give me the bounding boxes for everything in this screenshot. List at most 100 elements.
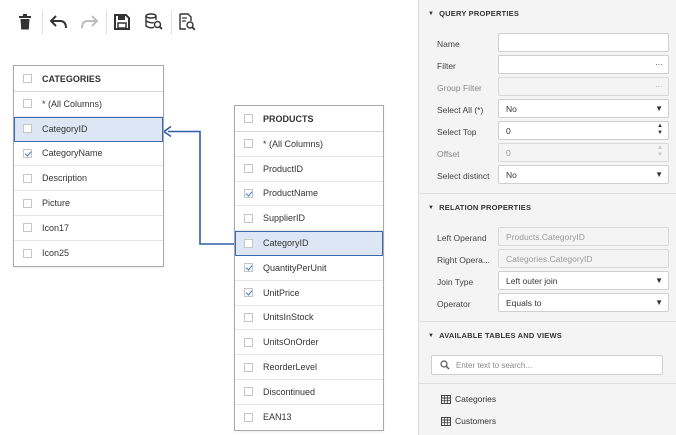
offset-stepper: 0 ▲ ▼	[498, 143, 669, 162]
column-checkbox[interactable]	[244, 412, 253, 422]
select-distinct-dropdown[interactable]: No ▼	[498, 165, 669, 184]
column-checkbox[interactable]	[244, 288, 253, 298]
left-operand-value: Products.CategoryID	[506, 231, 585, 242]
column-name: * (All Columns)	[42, 98, 103, 109]
column-checkbox[interactable]	[244, 213, 253, 223]
column-name: Picture	[42, 198, 71, 209]
filter-field[interactable]: ···	[498, 55, 669, 74]
table-row[interactable]: Picture	[14, 191, 163, 216]
preview-query-button[interactable]	[175, 10, 199, 34]
column-checkbox[interactable]	[23, 124, 32, 134]
relation-properties-header[interactable]: ▼ RELATION PROPERTIES	[428, 203, 531, 212]
table-header[interactable]: PRODUCTS	[235, 106, 383, 132]
table-row[interactable]: * (All Columns)	[14, 92, 163, 117]
column-name: ProductID	[263, 163, 304, 174]
toolbar	[0, 0, 418, 44]
column-checkbox[interactable]	[244, 238, 253, 248]
table-row[interactable]: CategoryID	[235, 231, 383, 256]
table-row[interactable]: Icon25	[14, 241, 163, 266]
table-row[interactable]: ProductName	[235, 182, 383, 207]
column-name: CategoryID	[263, 238, 309, 249]
column-checkbox[interactable]	[23, 248, 32, 258]
table-row[interactable]: Description	[14, 166, 163, 192]
offset-label: Offset	[437, 149, 460, 159]
caret-down-icon: ▼	[428, 10, 435, 17]
select-top-label: Select Top	[437, 127, 477, 137]
operator-dropdown[interactable]: Equals to ▼	[498, 293, 669, 312]
column-checkbox[interactable]	[244, 188, 253, 198]
column-name: EAN13	[263, 412, 292, 423]
undo-button[interactable]	[47, 10, 71, 34]
table-row[interactable]: Icon17	[14, 216, 163, 241]
table-row[interactable]: CategoryName	[14, 142, 163, 167]
table-row[interactable]: SupplierID	[235, 206, 383, 232]
column-checkbox[interactable]	[244, 362, 253, 372]
column-checkbox[interactable]	[23, 148, 32, 158]
spin-down-icon[interactable]: ▼	[657, 130, 663, 137]
column-checkbox[interactable]	[244, 387, 253, 397]
table-list-item[interactable]: Customers	[441, 416, 496, 426]
delete-button[interactable]	[13, 10, 37, 34]
column-checkbox[interactable]	[244, 139, 253, 149]
caret-down-icon: ▼	[428, 204, 435, 211]
table-header[interactable]: CATEGORIES	[14, 66, 163, 92]
filter-label: Filter	[437, 61, 456, 71]
table-title: CATEGORIES	[42, 73, 101, 84]
column-checkbox[interactable]	[244, 164, 253, 174]
column-checkbox[interactable]	[23, 223, 32, 233]
column-checkbox[interactable]	[244, 337, 253, 347]
query-properties-header[interactable]: ▼ QUERY PROPERTIES	[428, 9, 519, 18]
search-input[interactable]	[456, 360, 656, 370]
table-icon	[441, 416, 451, 426]
section-title: RELATION PROPERTIES	[439, 203, 532, 212]
table-row[interactable]: ReorderLevel	[235, 355, 383, 380]
table-list-item[interactable]: Categories	[441, 394, 496, 404]
query-design-surface[interactable]: CATEGORIES * (All Columns) CategoryID Ca…	[0, 44, 418, 435]
spin-down-icon: ▼	[657, 152, 663, 158]
table-row[interactable]: ProductID	[235, 157, 383, 182]
table-row[interactable]: UnitPrice	[235, 281, 383, 306]
spin-buttons[interactable]: ▲ ▼	[657, 123, 663, 137]
column-name: Discontinued	[263, 386, 316, 397]
spin-up-icon[interactable]: ▲	[657, 123, 663, 130]
redo-button[interactable]	[77, 10, 101, 34]
column-checkbox[interactable]	[23, 99, 32, 109]
table-row[interactable]: UnitsInStock	[235, 306, 383, 331]
select-all-checkbox[interactable]	[244, 114, 253, 123]
join-type-dropdown[interactable]: Left outer join ▼	[498, 271, 669, 290]
table-row[interactable]: * (All Columns)	[235, 132, 383, 157]
table-row[interactable]: EAN13	[235, 405, 383, 430]
table-row[interactable]: QuantityPerUnit	[235, 256, 383, 281]
column-checkbox[interactable]	[244, 263, 253, 273]
spin-up-icon: ▲	[657, 145, 663, 151]
search-icon	[440, 360, 450, 370]
section-divider	[419, 321, 676, 322]
column-checkbox[interactable]	[23, 173, 32, 183]
column-name: Icon17	[42, 222, 70, 233]
tables-and-views-header[interactable]: ▼ AVAILABLE TABLES AND VIEWS	[428, 331, 562, 340]
table-row[interactable]: CategoryID	[14, 116, 163, 142]
select-all-dropdown[interactable]: No ▼	[498, 99, 669, 118]
select-top-value: 0	[506, 125, 511, 136]
search-field[interactable]	[431, 355, 663, 375]
column-checkbox[interactable]	[244, 312, 253, 322]
left-operand-field: Products.CategoryID	[498, 227, 669, 246]
query-preview-icon	[179, 13, 196, 31]
chevron-down-icon: ▼	[655, 298, 663, 307]
column-name: UnitPrice	[263, 287, 300, 298]
categories-table[interactable]: CATEGORIES * (All Columns) CategoryID Ca…	[13, 65, 164, 267]
ellipsis-icon[interactable]: ···	[655, 56, 663, 73]
table-row[interactable]: UnitsOnOrder	[235, 330, 383, 356]
name-field[interactable]	[498, 33, 669, 52]
preview-data-button[interactable]	[142, 10, 166, 34]
products-table[interactable]: PRODUCTS * (All Columns) ProductID Produ…	[234, 105, 384, 431]
select-all-checkbox[interactable]	[23, 74, 32, 83]
table-row[interactable]: Discontinued	[235, 380, 383, 405]
table-list-label: Customers	[455, 416, 497, 426]
select-top-stepper[interactable]: 0 ▲ ▼	[498, 121, 669, 140]
column-checkbox[interactable]	[23, 198, 32, 208]
save-button[interactable]	[110, 10, 134, 34]
select-distinct-value: No	[506, 169, 517, 180]
table-icon	[441, 394, 451, 404]
operator-value: Equals to	[506, 297, 542, 308]
